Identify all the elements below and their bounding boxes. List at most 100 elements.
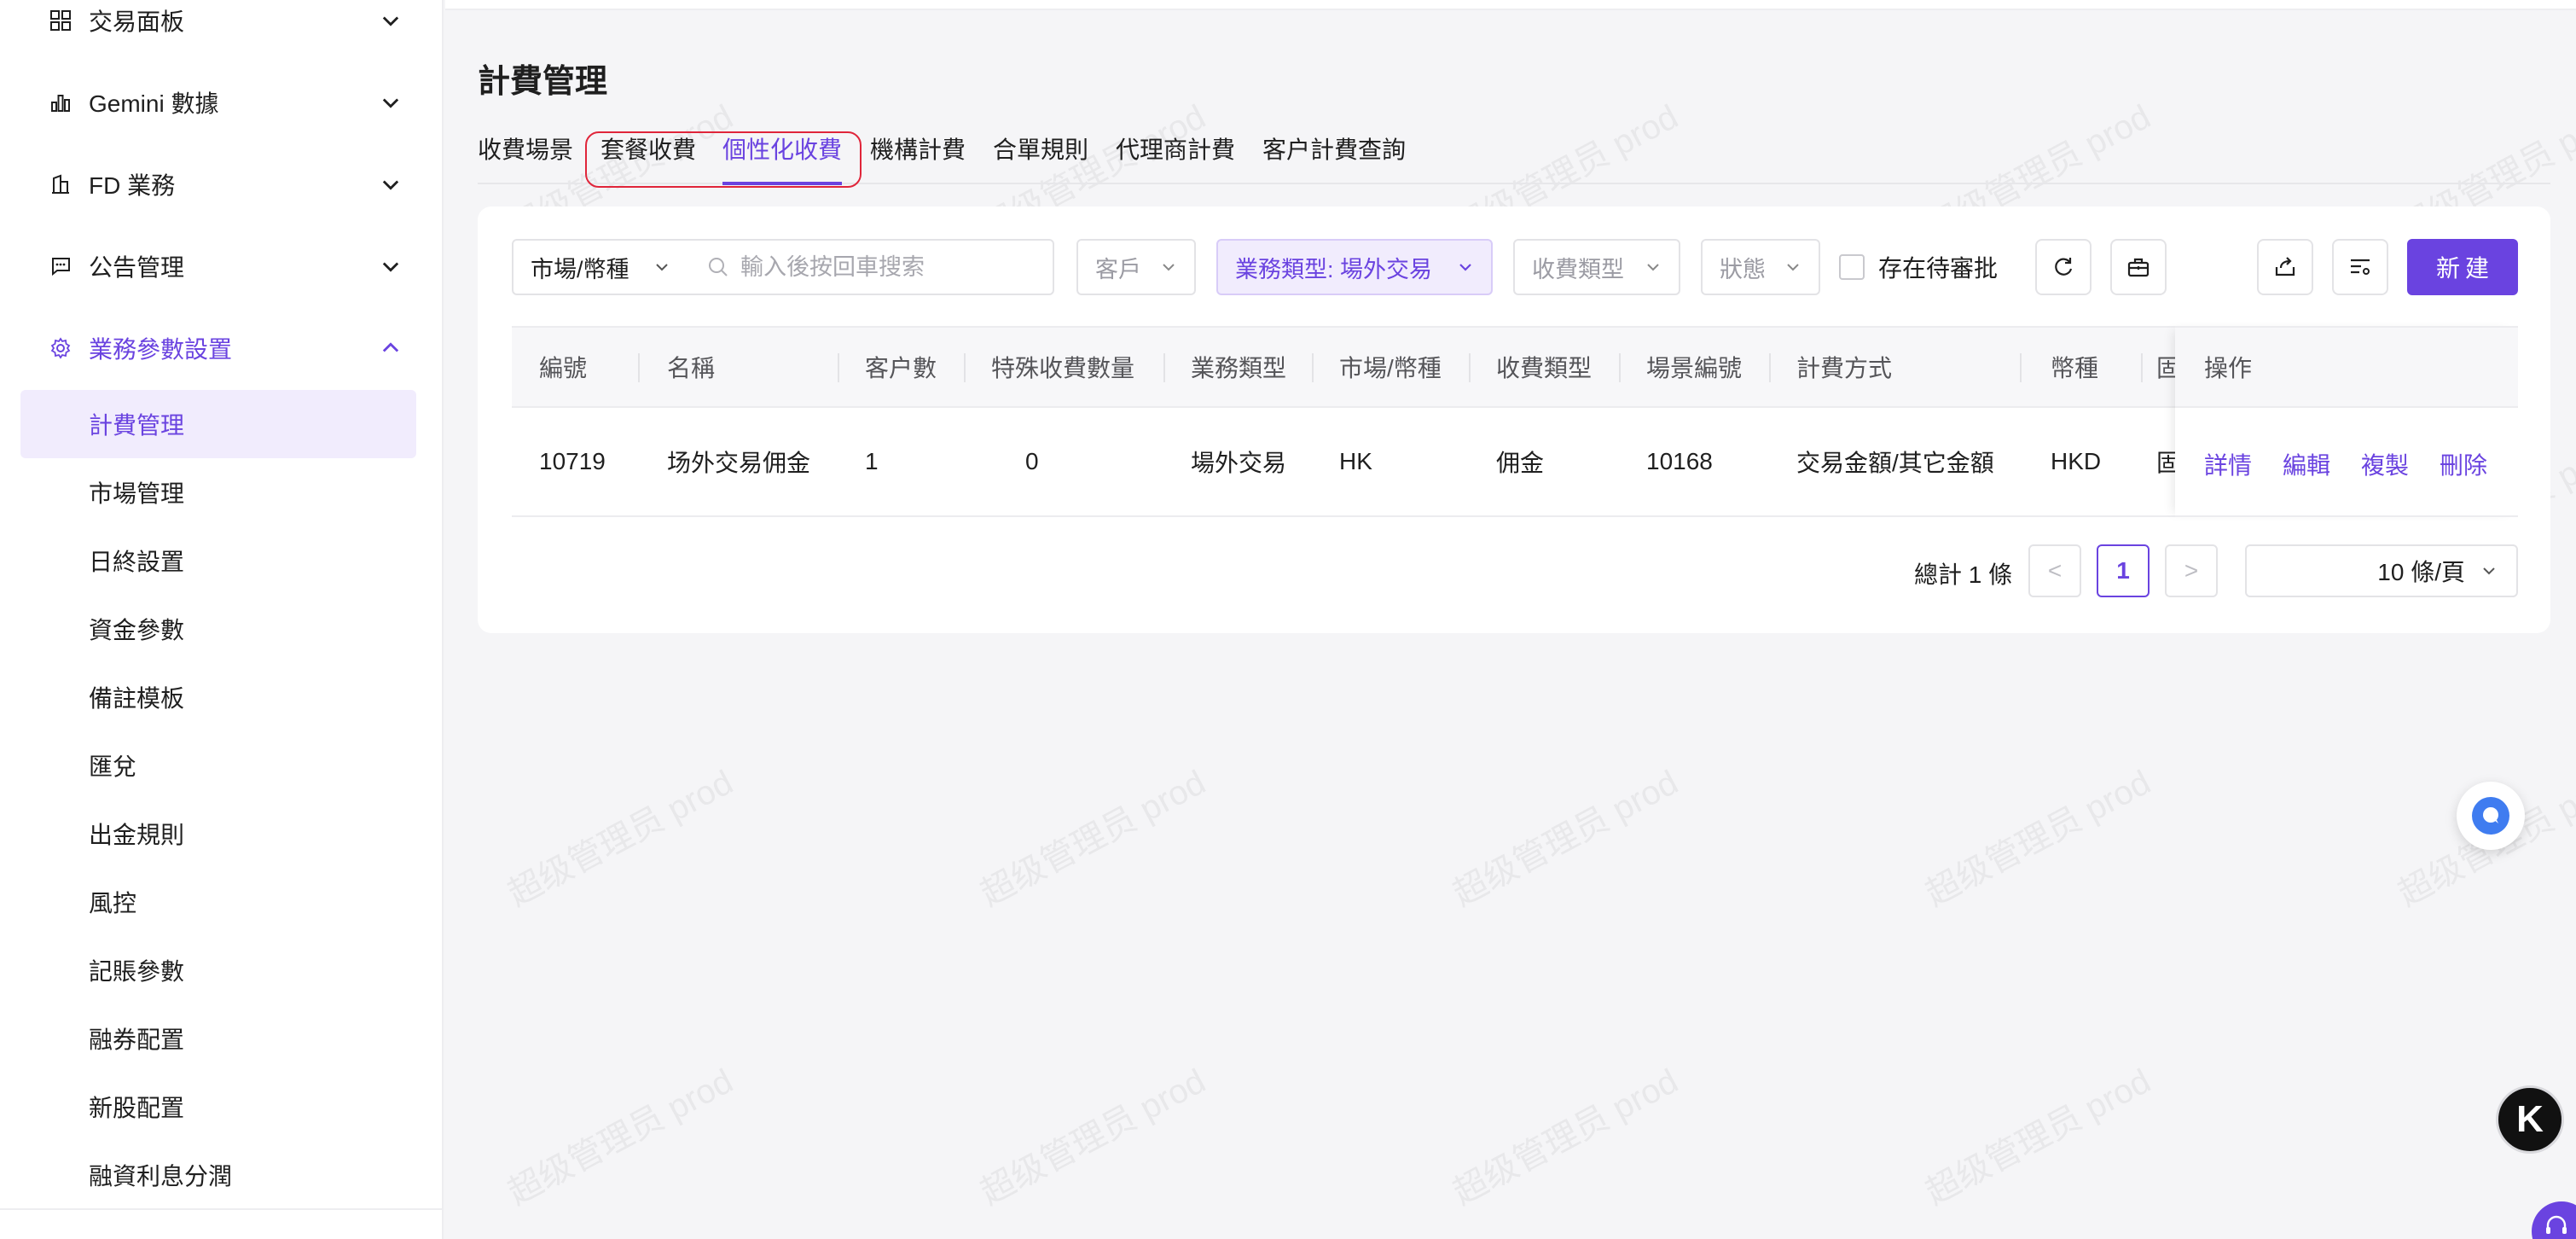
tab-customer-billing-query[interactable]: 客户計費查詢: [1262, 131, 1406, 166]
chevron-down-icon: [1647, 264, 1659, 271]
column-divider: [964, 353, 966, 382]
page-button-current[interactable]: 1: [2097, 544, 2150, 597]
prev-page-button[interactable]: <: [2028, 544, 2081, 597]
submenu-accounting-params[interactable]: 記賬參數: [20, 936, 416, 1004]
actions-column: 操作 詳情 編輯 複製 刪除: [2175, 326, 2518, 517]
column-divider: [1312, 353, 1314, 382]
column-settings-button[interactable]: [2332, 239, 2388, 295]
chevron-left-icon: <: [2047, 557, 2063, 584]
select-value: 市場/幣種: [531, 256, 629, 282]
details-link[interactable]: 詳情: [2204, 447, 2252, 481]
submenu-label: 日終設置: [89, 549, 185, 575]
submenu-label: 出金規則: [89, 822, 185, 848]
actions-cell: 詳情 編輯 複製 刪除: [2175, 408, 2518, 517]
submenu-label: 融券配置: [89, 1027, 185, 1053]
chevron-down-icon: [2483, 567, 2495, 575]
submenu-fund-params[interactable]: 資金參數: [20, 595, 416, 663]
toolbox-icon: [2127, 258, 2150, 277]
export-icon: [2275, 257, 2295, 276]
menu-fd-business[interactable]: FD 業務: [0, 150, 442, 218]
select-value: 業務類型: 場外交易: [1235, 256, 1433, 282]
status-select[interactable]: 狀態: [1701, 239, 1820, 295]
tab-institution-billing[interactable]: 機構計費: [870, 131, 966, 166]
message-icon: [48, 253, 73, 279]
watermark: 超级管理员 prod: [502, 763, 740, 914]
checkbox-box[interactable]: [1839, 254, 1865, 280]
submenu-margin-interest-share[interactable]: 融資利息分潤: [20, 1141, 416, 1209]
submenu-remark-template[interactable]: 備註模板: [20, 663, 416, 731]
column-divider: [1469, 353, 1471, 382]
delete-link[interactable]: 刪除: [2440, 447, 2487, 481]
content-card: 市場/幣種 客戶 業務類型: 場外交易 收費類型 狀態 存在待審批 新建 編號: [478, 206, 2550, 633]
submenu-label: 備註模板: [89, 685, 185, 712]
cell-scene-id: 10168: [1646, 448, 1713, 474]
submenu-label: 匯兌: [89, 753, 137, 780]
tab-agent-billing[interactable]: 代理商計費: [1116, 131, 1235, 166]
submenu-label: 風控: [89, 890, 137, 916]
submenu-label: 融資利息分潤: [89, 1163, 233, 1190]
sidebar-divider: [0, 1208, 442, 1210]
new-button[interactable]: 新建: [2407, 239, 2518, 295]
submenu-securities-lending[interactable]: 融券配置: [20, 1004, 416, 1073]
watermark: 超级管理员 prod: [974, 1062, 1212, 1213]
chevron-down-icon: [382, 16, 399, 26]
support-float-button[interactable]: [2532, 1201, 2576, 1239]
submenu-risk-control[interactable]: 風控: [20, 868, 416, 936]
tab-highlight-annotation: [585, 131, 862, 188]
menu-trading-panel[interactable]: 交易面板: [0, 0, 442, 55]
submenu-market-management[interactable]: 市場管理: [20, 458, 416, 526]
top-bar: [445, 0, 2576, 10]
menu-label: 業務參數設置: [89, 336, 233, 363]
chevron-down-icon: [382, 262, 399, 272]
watermark: 超级管理员 prod: [1919, 1062, 2157, 1213]
chevron-down-icon: [1163, 264, 1175, 271]
tab-fee-scenes[interactable]: 收費場景: [478, 131, 573, 166]
search-input[interactable]: [740, 246, 1039, 288]
column-header: 名稱: [667, 355, 716, 381]
copy-link[interactable]: 複製: [2361, 447, 2409, 481]
pending-approval-checkbox[interactable]: 存在待審批: [1839, 239, 1998, 295]
submenu-eod-settings[interactable]: 日終設置: [20, 526, 416, 595]
next-page-button[interactable]: >: [2165, 544, 2218, 597]
select-placeholder: 收費類型: [1532, 256, 1624, 282]
menu-announcements[interactable]: 公告管理: [0, 232, 442, 300]
column-header: 場景編號: [1646, 355, 1743, 381]
market-currency-select[interactable]: 市場/幣種: [512, 239, 689, 295]
menu-gemini-data[interactable]: Gemini 數據: [0, 68, 442, 137]
edit-link[interactable]: 編輯: [2283, 447, 2330, 481]
tab-merge-rules[interactable]: 合單規則: [993, 131, 1088, 166]
column-header: 編號: [539, 355, 588, 381]
k-float-button[interactable]: K: [2496, 1085, 2564, 1154]
column-divider: [1619, 353, 1621, 382]
watermark: 超级管理员 prod: [1919, 763, 2157, 914]
column-header: 特殊收費數量: [991, 355, 1135, 381]
submenu-exchange[interactable]: 匯兌: [20, 731, 416, 800]
refresh-button[interactable]: [2035, 239, 2092, 295]
search-field[interactable]: [688, 239, 1054, 295]
page-size-select[interactable]: 10 條/頁: [2245, 544, 2518, 597]
watermark: 超级管理员 prod: [974, 763, 1212, 914]
chat-float-button[interactable]: [2457, 782, 2525, 850]
bank-icon: [48, 172, 73, 197]
customer-select[interactable]: 客戶: [1076, 239, 1196, 295]
menu-business-params[interactable]: 業務參數設置: [0, 314, 442, 382]
chevron-down-icon: [382, 98, 399, 108]
fee-type-select[interactable]: 收費類型: [1513, 239, 1680, 295]
submenu-withdrawal-rules[interactable]: 出金規則: [20, 800, 416, 868]
submenu-billing-management[interactable]: 計費管理: [20, 390, 416, 458]
column-header: 市場/幣種: [1339, 355, 1442, 381]
export-button[interactable]: [2257, 239, 2313, 295]
clear-filters-button[interactable]: [2110, 239, 2167, 295]
cell-name: 场外交易佣金: [667, 450, 811, 476]
headset-icon: [2546, 1215, 2567, 1234]
chevron-down-icon: [382, 180, 399, 190]
watermark: 超级管理员 prod: [1447, 1062, 1685, 1213]
cell-id: 10719: [539, 448, 606, 474]
business-type-select[interactable]: 業務類型: 場外交易: [1216, 239, 1493, 295]
submenu-label: 資金參數: [89, 617, 185, 643]
submenu-ipo-config[interactable]: 新股配置: [20, 1073, 416, 1141]
column-header: 客户數: [865, 355, 937, 381]
submenu-label: 新股配置: [89, 1095, 185, 1121]
cell-fee-type: 佣金: [1496, 450, 1545, 476]
bar-chart-icon: [48, 90, 73, 115]
